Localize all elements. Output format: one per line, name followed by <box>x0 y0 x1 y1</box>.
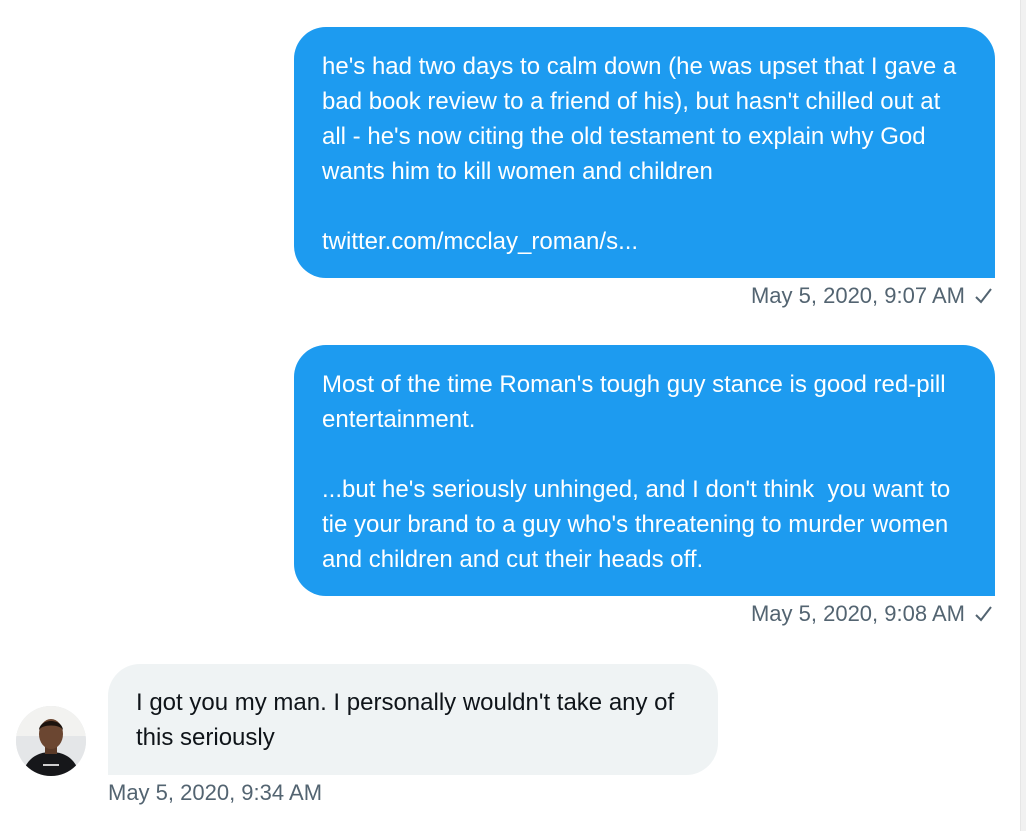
scrollbar[interactable] <box>1020 0 1026 831</box>
message-meta: May 5, 2020, 9:34 AM <box>108 780 322 806</box>
checkmark-icon <box>973 604 993 624</box>
sent-message-bubble[interactable]: Most of the time Roman's tough guy stanc… <box>294 345 995 596</box>
message-timestamp: May 5, 2020, 9:07 AM <box>750 283 965 308</box>
checkmark-icon <box>973 286 993 306</box>
sent-message-bubble[interactable]: he's had two days to calm down (he was u… <box>294 27 995 278</box>
message-meta: May 5, 2020, 9:07 AM <box>751 283 993 309</box>
message-timestamp: May 5, 2020, 9:34 AM <box>108 780 323 805</box>
message-meta: May 5, 2020, 9:08 AM <box>751 601 993 627</box>
received-message-bubble[interactable]: I got you my man. I personally wouldn't … <box>108 664 718 775</box>
dm-conversation: he's had two days to calm down (he was u… <box>0 0 1026 831</box>
user-avatar[interactable] <box>16 706 86 776</box>
message-timestamp: May 5, 2020, 9:08 AM <box>750 601 965 626</box>
